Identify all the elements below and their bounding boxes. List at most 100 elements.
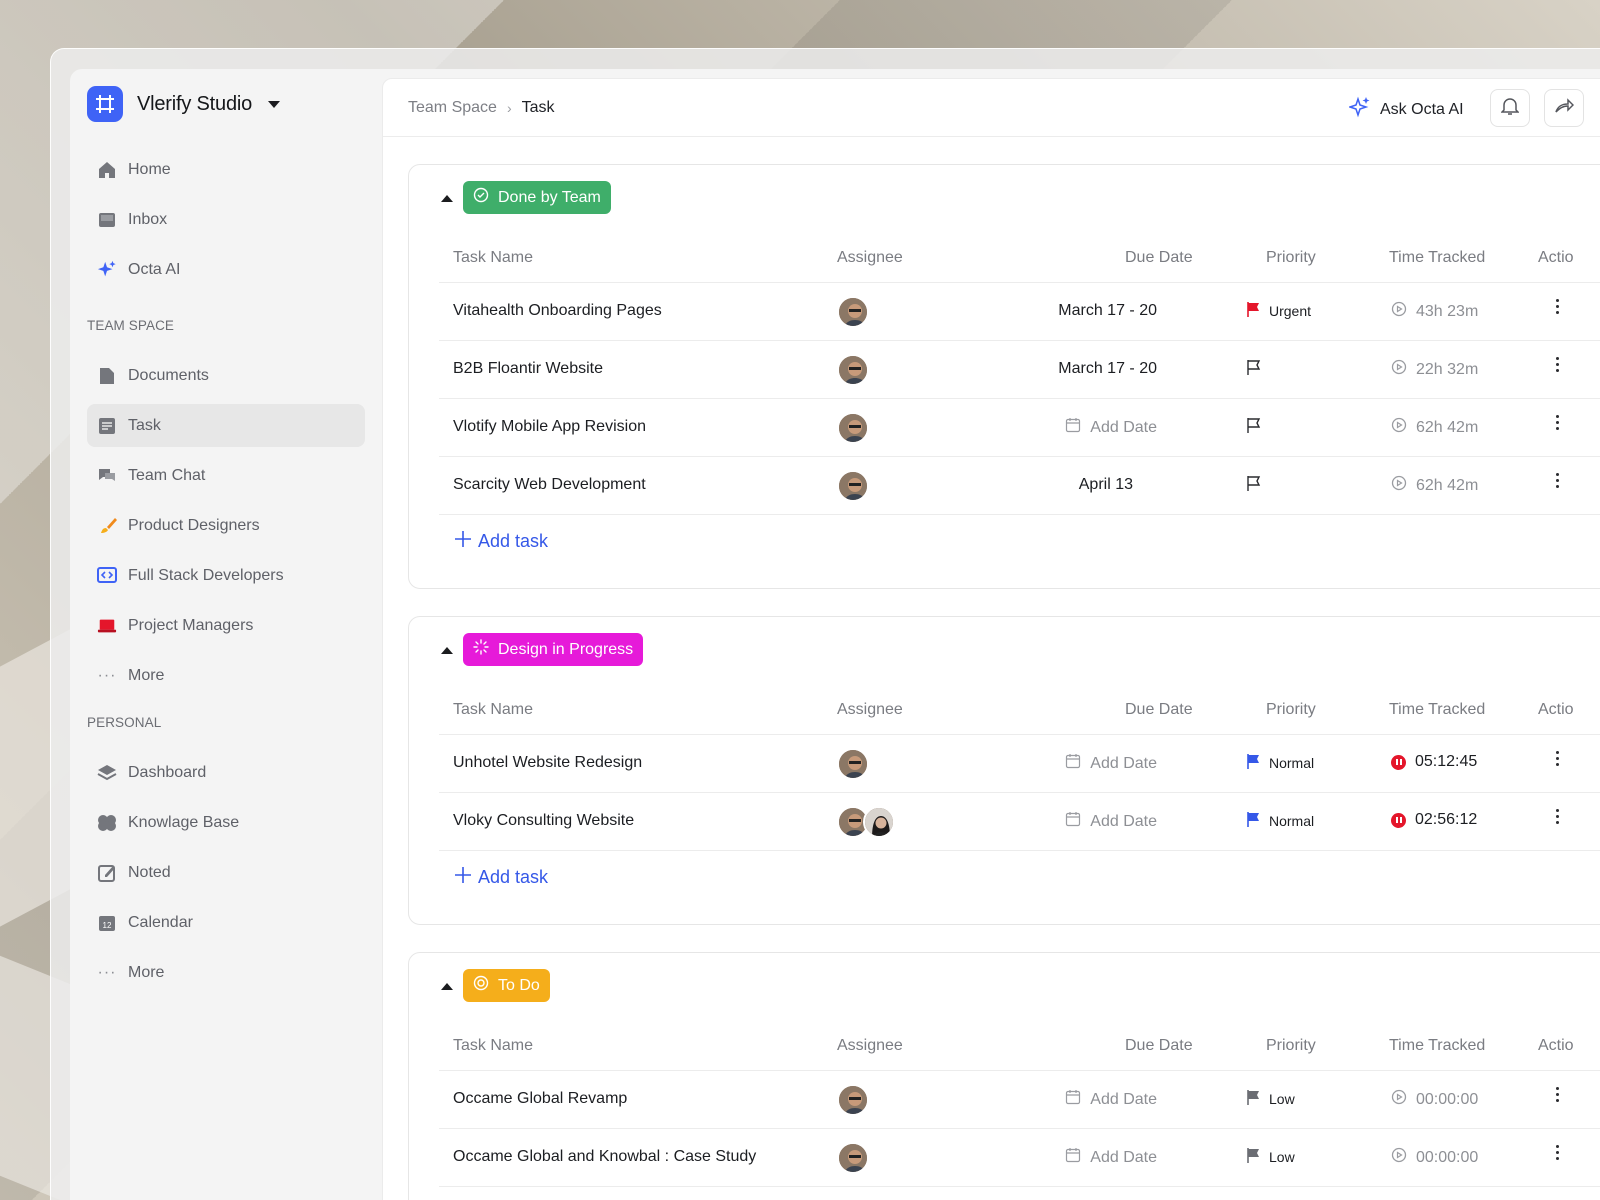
column-time-tracked[interactable]: Time Tracked (1389, 1037, 1485, 1055)
priority-badge[interactable]: Normal (1246, 811, 1314, 830)
column-assignee[interactable]: Assignee (837, 701, 903, 719)
avatar[interactable] (837, 1084, 869, 1116)
more-actions-icon[interactable] (1556, 299, 1559, 314)
sidebar-item-calendar[interactable]: 12 Calendar (87, 901, 365, 944)
due-date[interactable]: March 17 - 20 (1058, 360, 1157, 378)
sidebar-item-task[interactable]: Task (87, 404, 365, 447)
add-date-button[interactable]: Add Date (1065, 811, 1157, 832)
status-badge[interactable]: Done by Team (463, 181, 611, 214)
avatar[interactable] (837, 1142, 869, 1174)
time-tracked[interactable]: 00:00:00 (1391, 1089, 1478, 1110)
column-priority[interactable]: Priority (1266, 1037, 1316, 1055)
due-date[interactable]: April 13 (1079, 476, 1133, 494)
column-priority[interactable]: Priority (1266, 249, 1316, 267)
priority-badge[interactable] (1246, 475, 1262, 494)
task-name[interactable]: Scarcity Web Development (453, 476, 646, 494)
add-date-button[interactable]: Add Date (1065, 417, 1157, 438)
sidebar-item-dashboard[interactable]: Dashboard (87, 751, 365, 794)
time-tracked[interactable]: 00:00:00 (1391, 1147, 1478, 1168)
time-tracked[interactable]: 62h 42m (1391, 475, 1478, 496)
priority-badge[interactable] (1246, 359, 1262, 378)
sidebar-item-documents[interactable]: Documents (87, 354, 365, 397)
breadcrumb-team-space[interactable]: Team Space (408, 99, 497, 117)
collapse-caret-icon[interactable] (441, 195, 453, 202)
time-tracked[interactable]: 43h 23m (1391, 301, 1478, 322)
table-row[interactable]: Occame Global Revamp Add Date Low 00:00:… (439, 1071, 1600, 1129)
table-row[interactable]: Occame Global and Knowbal : Case Study A… (439, 1129, 1600, 1187)
add-date-button[interactable]: Add Date (1065, 1147, 1157, 1168)
avatar[interactable] (837, 354, 869, 386)
priority-badge[interactable]: Normal (1246, 753, 1314, 772)
column-priority[interactable]: Priority (1266, 701, 1316, 719)
table-row[interactable]: Vloky Consulting Website Add Date Normal… (439, 793, 1600, 851)
priority-badge[interactable] (1246, 417, 1262, 436)
sidebar-item-product-designers[interactable]: Product Designers (87, 504, 365, 547)
add-task-button[interactable]: Add task (454, 866, 548, 889)
priority-badge[interactable]: Low (1246, 1089, 1295, 1108)
sidebar-item-noted[interactable]: Noted (87, 851, 365, 894)
collapse-caret-icon[interactable] (441, 647, 453, 654)
sidebar-item-octa-ai[interactable]: Octa AI (87, 248, 365, 291)
table-row[interactable]: Scarcity Web Development April 13 62h 42… (439, 457, 1600, 515)
task-name[interactable]: Unhotel Website Redesign (453, 754, 642, 772)
sidebar-item-more[interactable]: ··· More (87, 951, 365, 994)
column-due-date[interactable]: Due Date (1125, 701, 1193, 719)
time-tracked[interactable]: 02:56:12 (1391, 811, 1477, 829)
time-tracked[interactable]: 22h 32m (1391, 359, 1478, 380)
status-badge[interactable]: Design in Progress (463, 633, 644, 666)
task-name[interactable]: Occame Global and Knowbal : Case Study (453, 1148, 756, 1166)
task-name[interactable]: Vitahealth Onboarding Pages (453, 302, 662, 320)
sidebar-item-inbox[interactable]: Inbox (87, 198, 365, 241)
sidebar-item-knowlage-base[interactable]: Knowlage Base (87, 801, 365, 844)
collapse-caret-icon[interactable] (441, 983, 453, 990)
column-time-tracked[interactable]: Time Tracked (1389, 249, 1485, 267)
more-actions-icon[interactable] (1556, 415, 1559, 430)
table-row[interactable]: B2B Floantir Website March 17 - 20 22h 3… (439, 341, 1600, 399)
more-actions-icon[interactable] (1556, 751, 1559, 766)
table-row[interactable]: Unhotel Website Redesign Add Date Normal… (439, 735, 1600, 793)
due-date[interactable]: March 17 - 20 (1058, 302, 1157, 320)
task-name[interactable]: Occame Global Revamp (453, 1090, 627, 1108)
sidebar-item-team-chat[interactable]: Team Chat (87, 454, 365, 497)
sidebar-item-full-stack-developers[interactable]: Full Stack Developers (87, 554, 365, 597)
table-row[interactable]: Vlotify Mobile App Revision Add Date 62h… (439, 399, 1600, 457)
column-task-name[interactable]: Task Name (453, 249, 533, 267)
more-actions-icon[interactable] (1556, 1145, 1559, 1160)
column-due-date[interactable]: Due Date (1125, 249, 1193, 267)
task-name[interactable]: B2B Floantir Website (453, 360, 603, 378)
stop-timer-icon[interactable] (1391, 754, 1406, 770)
column-task-name[interactable]: Task Name (453, 701, 533, 719)
task-name[interactable]: Vlotify Mobile App Revision (453, 418, 646, 436)
column-task-name[interactable]: Task Name (453, 1037, 533, 1055)
table-row[interactable]: Vitahealth Onboarding Pages March 17 - 2… (439, 283, 1600, 341)
stop-timer-icon[interactable] (1391, 812, 1406, 828)
more-actions-icon[interactable] (1556, 809, 1559, 824)
task-name[interactable]: Vloky Consulting Website (453, 812, 634, 830)
add-task-button[interactable]: Add task (454, 530, 548, 553)
sidebar-item-project-managers[interactable]: Project Managers (87, 604, 365, 647)
time-tracked[interactable]: 62h 42m (1391, 417, 1478, 438)
more-actions-icon[interactable] (1556, 473, 1559, 488)
column-due-date[interactable]: Due Date (1125, 1037, 1193, 1055)
more-actions-icon[interactable] (1556, 357, 1559, 372)
status-badge[interactable]: To Do (463, 969, 550, 1002)
avatar[interactable] (837, 470, 869, 502)
avatar[interactable] (863, 806, 895, 838)
column-time-tracked[interactable]: Time Tracked (1389, 701, 1485, 719)
column-assignee[interactable]: Assignee (837, 249, 903, 267)
workspace-switcher[interactable]: Vlerify Studio (87, 86, 281, 122)
share-button[interactable] (1544, 89, 1584, 127)
avatar[interactable] (837, 296, 869, 328)
add-date-button[interactable]: Add Date (1065, 1089, 1157, 1110)
sidebar-item-home[interactable]: Home (87, 148, 365, 191)
time-tracked[interactable]: 05:12:45 (1391, 753, 1477, 771)
avatar[interactable] (837, 748, 869, 780)
priority-badge[interactable]: Low (1246, 1147, 1295, 1166)
notifications-button[interactable] (1490, 89, 1530, 127)
priority-badge[interactable]: Urgent (1246, 301, 1311, 320)
add-date-button[interactable]: Add Date (1065, 753, 1157, 774)
avatar[interactable] (837, 412, 869, 444)
ask-octa-ai-button[interactable]: Ask Octa AI (1347, 96, 1464, 123)
more-actions-icon[interactable] (1556, 1087, 1559, 1102)
sidebar-item-more[interactable]: ··· More (87, 654, 365, 697)
